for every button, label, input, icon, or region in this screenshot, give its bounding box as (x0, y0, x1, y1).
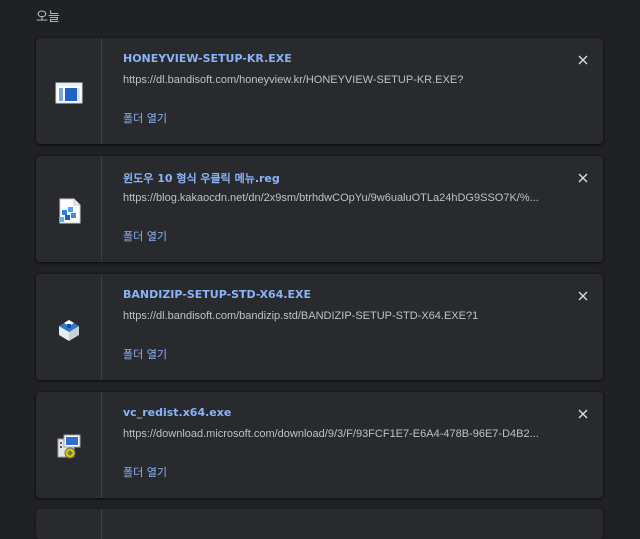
download-list: HONEYVIEW-SETUP-KR.EXE https://dl.bandis… (36, 38, 603, 510)
download-item: 윈도우 10 형식 우클릭 메뉴.reg https://blog.kakaoc… (36, 156, 603, 262)
file-name-link[interactable]: HONEYVIEW-SETUP-KR.EXE (123, 52, 292, 65)
file-url: https://dl.bandisoft.com/honeyview.kr/HO… (123, 74, 464, 86)
download-item-partial (36, 509, 603, 539)
date-section-header: 오늘 (36, 10, 60, 25)
vc-redist-installer-icon (57, 434, 81, 459)
open-folder-button[interactable]: 폴더 열기 (123, 110, 167, 126)
download-item: vc_redist.x64.exe https://download.micro… (36, 392, 603, 498)
close-icon[interactable] (577, 54, 589, 66)
icon-column (36, 38, 102, 144)
file-url: https://blog.kakaocdn.net/dn/2x9sm/btrhd… (123, 192, 539, 204)
honeyview-installer-icon (55, 82, 83, 104)
download-item: BANDIZIP-SETUP-STD-X64.EXE https://dl.ba… (36, 274, 603, 380)
close-icon[interactable] (577, 290, 589, 302)
file-name-link[interactable]: vc_redist.x64.exe (123, 406, 231, 419)
icon-column (36, 509, 102, 539)
bandizip-installer-icon (59, 320, 79, 341)
open-folder-button[interactable]: 폴더 열기 (123, 464, 167, 480)
open-folder-button[interactable]: 폴더 열기 (123, 228, 167, 244)
file-url: https://dl.bandisoft.com/bandizip.std/BA… (123, 310, 479, 322)
icon-column (36, 156, 102, 262)
download-item: HONEYVIEW-SETUP-KR.EXE https://dl.bandis… (36, 38, 603, 144)
close-icon[interactable] (577, 172, 589, 184)
file-name-link[interactable]: BANDIZIP-SETUP-STD-X64.EXE (123, 288, 311, 301)
file-url: https://download.microsoft.com/download/… (123, 428, 539, 440)
icon-column (36, 274, 102, 380)
registry-file-icon (59, 198, 81, 224)
close-icon[interactable] (577, 408, 589, 420)
file-name-link[interactable]: 윈도우 10 형식 우클릭 메뉴.reg (123, 170, 280, 186)
open-folder-button[interactable]: 폴더 열기 (123, 346, 167, 362)
icon-column (36, 392, 102, 498)
